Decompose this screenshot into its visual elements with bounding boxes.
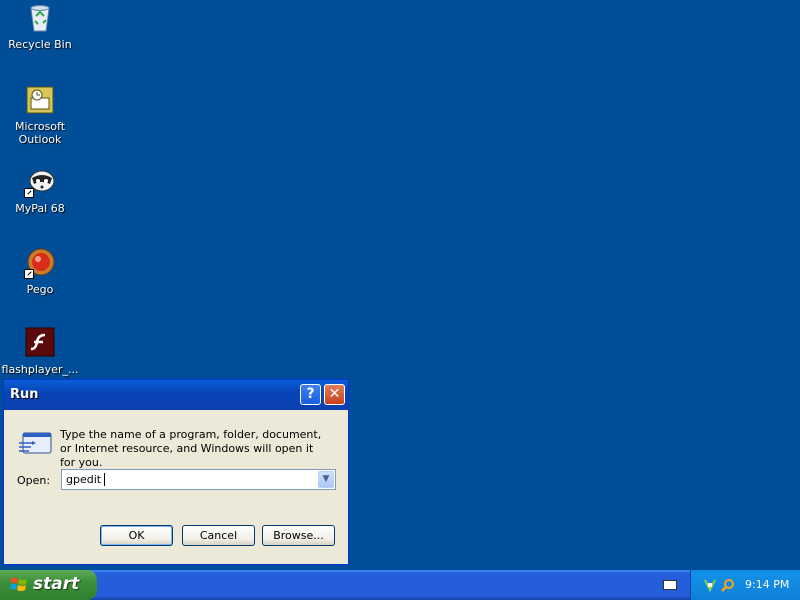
recycle-bin-icon [24,2,56,34]
desktop-icon-label: MyPal 68 [15,202,65,215]
desktop-icon-label: Recycle Bin [8,38,72,51]
cancel-button[interactable]: Cancel [182,525,255,546]
shortcut-arrow-icon [24,269,34,279]
keyboard-icon[interactable] [663,580,677,590]
run-description: Type the name of a program, folder, docu… [60,428,322,469]
search-icon[interactable] [721,577,735,592]
open-input-value[interactable]: gpedit [66,473,101,486]
mypal-icon [24,166,56,198]
help-button[interactable]: ? [300,384,321,405]
run-dialog: Run ? ✕ Type the name of a program, fold… [3,379,349,565]
open-label: Open: [17,474,51,487]
run-icon [18,431,52,455]
outlook-icon [24,84,56,116]
browse-button[interactable]: Browse... [262,525,335,546]
start-label: start [33,574,80,594]
open-combobox[interactable]: gpedit ▼ [61,469,336,490]
clock[interactable]: 9:14 PM [745,578,789,591]
shortcut-arrow-icon [24,188,34,198]
taskbar: start 9:14 PM [0,570,800,600]
desktop-icon-label: Microsoft Outlook [14,120,66,146]
dialog-titlebar[interactable]: Run ? ✕ [4,380,348,410]
desktop-icon-label: flashplayer_... [1,363,79,376]
ok-button[interactable]: OK [100,525,173,546]
desktop-icon-mypal[interactable]: MyPal 68 [0,166,80,215]
text-caret [104,473,105,486]
desktop-icon-label: Pego [26,283,54,296]
windows-logo-icon [10,576,28,594]
network-icon[interactable] [703,577,717,593]
desktop-icon-pego[interactable]: Pego [0,247,80,296]
dialog-title: Run [10,387,39,402]
chevron-down-icon[interactable]: ▼ [318,471,334,488]
system-tray: 9:14 PM [690,570,800,600]
start-button[interactable]: start [0,570,97,600]
desktop-icon-flashplayer[interactable]: flashplayer_... [0,327,80,376]
desktop-icon-outlook[interactable]: Microsoft Outlook [0,84,80,146]
pego-icon [24,247,56,279]
close-button[interactable]: ✕ [324,384,345,405]
flash-icon [24,327,56,359]
desktop-icon-recycle-bin[interactable]: Recycle Bin [0,2,80,51]
